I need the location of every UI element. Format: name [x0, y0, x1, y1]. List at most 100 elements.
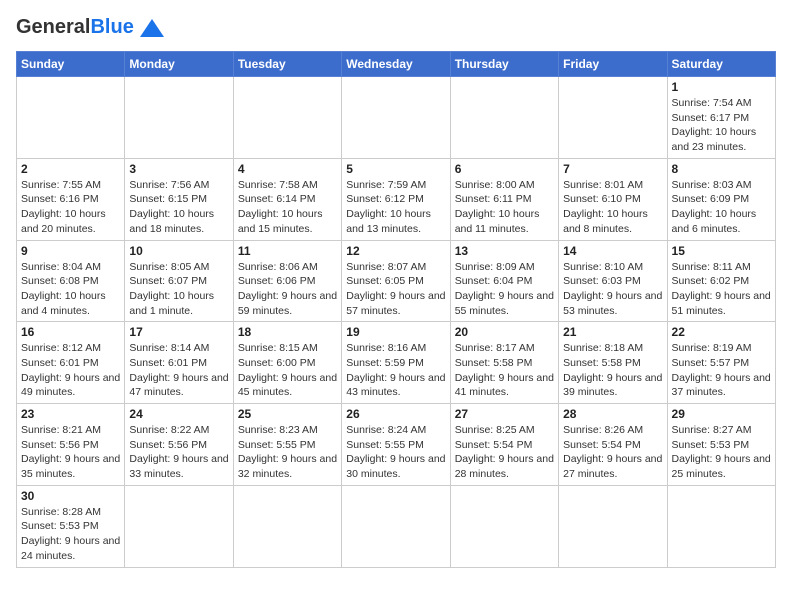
day-number: 15	[672, 244, 771, 258]
calendar-cell: 20Sunrise: 8:17 AM Sunset: 5:58 PM Dayli…	[450, 322, 558, 404]
day-number: 17	[129, 325, 228, 339]
day-number: 28	[563, 407, 662, 421]
calendar-cell	[450, 485, 558, 567]
calendar-cell: 29Sunrise: 8:27 AM Sunset: 5:53 PM Dayli…	[667, 404, 775, 486]
calendar-week-row: 30Sunrise: 8:28 AM Sunset: 5:53 PM Dayli…	[17, 485, 776, 567]
day-number: 24	[129, 407, 228, 421]
day-info: Sunrise: 8:04 AM Sunset: 6:08 PM Dayligh…	[21, 260, 120, 319]
day-number: 7	[563, 162, 662, 176]
day-number: 13	[455, 244, 554, 258]
calendar-cell: 3 Sunrise: 7:56 AM Sunset: 6:15 PM Daylig…	[125, 158, 233, 240]
day-info: Sunrise: 8:27 AM Sunset: 5:53 PM Dayligh…	[672, 423, 771, 482]
day-info: Sunrise: 8:28 AM Sunset: 5:53 PM Dayligh…	[21, 505, 120, 564]
day-info: Sunrise: 8:14 AM Sunset: 6:01 PM Dayligh…	[129, 341, 228, 400]
calendar-cell	[17, 77, 125, 159]
calendar-week-row: 9 Sunrise: 8:04 AM Sunset: 6:08 PM Daylig…	[17, 240, 776, 322]
calendar-cell	[559, 77, 667, 159]
day-number: 9	[21, 244, 120, 258]
day-number: 23	[21, 407, 120, 421]
day-number: 8	[672, 162, 771, 176]
day-info: Sunrise: 8:17 AM Sunset: 5:58 PM Dayligh…	[455, 341, 554, 400]
calendar-cell	[342, 77, 450, 159]
day-number: 6	[455, 162, 554, 176]
weekday-header-thursday: Thursday	[450, 52, 558, 77]
day-info: Sunrise: 7:55 AM Sunset: 6:16 PM Dayligh…	[21, 178, 120, 237]
logo-text: GeneralBlue	[16, 16, 134, 39]
day-info: Sunrise: 8:11 AM Sunset: 6:02 PM Dayligh…	[672, 260, 771, 319]
weekday-header-monday: Monday	[125, 52, 233, 77]
page-header: GeneralBlue	[16, 16, 776, 39]
calendar-cell	[233, 77, 341, 159]
calendar-cell: 16 Sunrise: 8:12 AM Sunset: 6:01 PM Dayli…	[17, 322, 125, 404]
day-number: 16	[21, 325, 120, 339]
weekday-header-sunday: Sunday	[17, 52, 125, 77]
calendar-cell	[667, 485, 775, 567]
day-info: Sunrise: 8:22 AM Sunset: 5:56 PM Dayligh…	[129, 423, 228, 482]
weekday-header-row: SundayMondayTuesdayWednesdayThursdayFrid…	[17, 52, 776, 77]
calendar-week-row: 1Sunrise: 7:54 AM Sunset: 6:17 PM Daylig…	[17, 77, 776, 159]
calendar-cell: 14Sunrise: 8:10 AM Sunset: 6:03 PM Dayli…	[559, 240, 667, 322]
calendar-cell: 7 Sunrise: 8:01 AM Sunset: 6:10 PM Daylig…	[559, 158, 667, 240]
calendar-table: SundayMondayTuesdayWednesdayThursdayFrid…	[16, 51, 776, 568]
day-number: 27	[455, 407, 554, 421]
day-info: Sunrise: 7:56 AM Sunset: 6:15 PM Dayligh…	[129, 178, 228, 237]
day-info: Sunrise: 8:03 AM Sunset: 6:09 PM Dayligh…	[672, 178, 771, 237]
calendar-cell: 23 Sunrise: 8:21 AM Sunset: 5:56 PM Dayli…	[17, 404, 125, 486]
day-info: Sunrise: 8:18 AM Sunset: 5:58 PM Dayligh…	[563, 341, 662, 400]
calendar-cell: 28 Sunrise: 8:26 AM Sunset: 5:54 PM Dayli…	[559, 404, 667, 486]
day-info: Sunrise: 8:21 AM Sunset: 5:56 PM Dayligh…	[21, 423, 120, 482]
calendar-cell: 21 Sunrise: 8:18 AM Sunset: 5:58 PM Dayli…	[559, 322, 667, 404]
calendar-cell: 26 Sunrise: 8:24 AM Sunset: 5:55 PM Dayli…	[342, 404, 450, 486]
calendar-cell: 27 Sunrise: 8:25 AM Sunset: 5:54 PM Dayli…	[450, 404, 558, 486]
day-number: 11	[238, 244, 337, 258]
calendar-week-row: 16 Sunrise: 8:12 AM Sunset: 6:01 PM Dayli…	[17, 322, 776, 404]
calendar-cell: 22Sunrise: 8:19 AM Sunset: 5:57 PM Dayli…	[667, 322, 775, 404]
weekday-header-tuesday: Tuesday	[233, 52, 341, 77]
calendar-cell: 10 Sunrise: 8:05 AM Sunset: 6:07 PM Dayli…	[125, 240, 233, 322]
day-info: Sunrise: 8:06 AM Sunset: 6:06 PM Dayligh…	[238, 260, 337, 319]
calendar-cell: 11 Sunrise: 8:06 AM Sunset: 6:06 PM Dayli…	[233, 240, 341, 322]
day-info: Sunrise: 8:05 AM Sunset: 6:07 PM Dayligh…	[129, 260, 228, 319]
calendar-cell: 13Sunrise: 8:09 AM Sunset: 6:04 PM Dayli…	[450, 240, 558, 322]
calendar-cell: 4Sunrise: 7:58 AM Sunset: 6:14 PM Daylig…	[233, 158, 341, 240]
day-info: Sunrise: 8:26 AM Sunset: 5:54 PM Dayligh…	[563, 423, 662, 482]
calendar-cell	[559, 485, 667, 567]
day-info: Sunrise: 7:54 AM Sunset: 6:17 PM Dayligh…	[672, 96, 771, 155]
calendar-cell: 5 Sunrise: 7:59 AM Sunset: 6:12 PM Daylig…	[342, 158, 450, 240]
day-number: 3	[129, 162, 228, 176]
day-number: 19	[346, 325, 445, 339]
day-number: 4	[238, 162, 337, 176]
day-number: 18	[238, 325, 337, 339]
day-info: Sunrise: 8:12 AM Sunset: 6:01 PM Dayligh…	[21, 341, 120, 400]
day-number: 26	[346, 407, 445, 421]
weekday-header-saturday: Saturday	[667, 52, 775, 77]
day-number: 14	[563, 244, 662, 258]
weekday-header-friday: Friday	[559, 52, 667, 77]
day-number: 25	[238, 407, 337, 421]
day-info: Sunrise: 8:25 AM Sunset: 5:54 PM Dayligh…	[455, 423, 554, 482]
day-number: 10	[129, 244, 228, 258]
calendar-week-row: 23 Sunrise: 8:21 AM Sunset: 5:56 PM Dayli…	[17, 404, 776, 486]
calendar-cell	[233, 485, 341, 567]
day-number: 22	[672, 325, 771, 339]
day-info: Sunrise: 8:07 AM Sunset: 6:05 PM Dayligh…	[346, 260, 445, 319]
day-info: Sunrise: 8:15 AM Sunset: 6:00 PM Dayligh…	[238, 341, 337, 400]
calendar-cell: 8 Sunrise: 8:03 AM Sunset: 6:09 PM Daylig…	[667, 158, 775, 240]
calendar-cell: 25 Sunrise: 8:23 AM Sunset: 5:55 PM Dayli…	[233, 404, 341, 486]
logo-icon	[138, 17, 166, 39]
calendar-cell	[450, 77, 558, 159]
calendar-cell: 19Sunrise: 8:16 AM Sunset: 5:59 PM Dayli…	[342, 322, 450, 404]
calendar-cell	[342, 485, 450, 567]
calendar-cell: 15 Sunrise: 8:11 AM Sunset: 6:02 PM Dayli…	[667, 240, 775, 322]
day-info: Sunrise: 7:59 AM Sunset: 6:12 PM Dayligh…	[346, 178, 445, 237]
day-info: Sunrise: 8:01 AM Sunset: 6:10 PM Dayligh…	[563, 178, 662, 237]
day-number: 2	[21, 162, 120, 176]
day-info: Sunrise: 8:24 AM Sunset: 5:55 PM Dayligh…	[346, 423, 445, 482]
calendar-cell: 6Sunrise: 8:00 AM Sunset: 6:11 PM Daylig…	[450, 158, 558, 240]
day-info: Sunrise: 8:23 AM Sunset: 5:55 PM Dayligh…	[238, 423, 337, 482]
logo-area: GeneralBlue	[16, 16, 166, 39]
day-number: 21	[563, 325, 662, 339]
day-number: 5	[346, 162, 445, 176]
calendar-cell	[125, 485, 233, 567]
calendar-cell	[125, 77, 233, 159]
